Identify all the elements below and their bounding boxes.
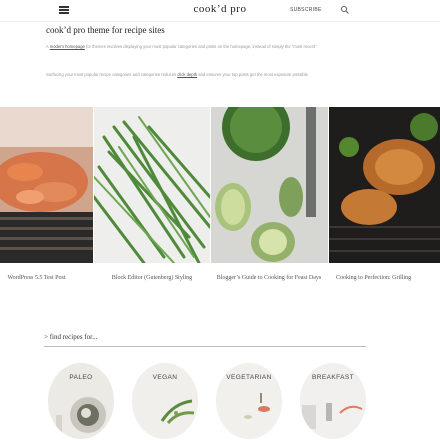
intro-text: and ensures your top posts get the most … [197, 72, 310, 77]
post-title-link[interactable]: Block Editor (Gutenberg) Styling [98, 272, 206, 284]
intro-text: for themes involves displaying your most… [84, 44, 318, 49]
modern-homepage-link[interactable]: modern homepage [50, 44, 85, 49]
intro-paragraph-2: Surfacing your most popular recipe categ… [46, 71, 386, 79]
post-title-link[interactable]: Cooking to Perfection: Grilling [330, 272, 440, 284]
intro-paragraph: A modern homepage for themes involves di… [46, 43, 376, 51]
category-paleo[interactable]: PALEO [48, 363, 114, 440]
category-label: BREAKFAST [312, 374, 354, 381]
intro-text: Surfacing your most popular recipe categ… [46, 72, 178, 77]
category-label: PALEO [69, 374, 93, 381]
find-recipes-heading: > find recipes for... [44, 333, 97, 341]
category-label: VEGAN [152, 374, 178, 381]
site-header: cook’d pro SUBSCRIBE [0, 0, 440, 22]
category-vegetarian[interactable]: VEGETARIAN [216, 363, 282, 440]
chevron-right-icon: > [44, 333, 48, 341]
post-image-shrimp[interactable] [0, 107, 93, 263]
featured-posts-gallery [0, 107, 440, 263]
post-title-link[interactable]: WordPress 5.5 Test Post [0, 272, 93, 284]
category-label: VEGETARIAN [226, 374, 272, 381]
post-image-artichokes[interactable] [211, 107, 328, 263]
post-image-green-beans[interactable] [94, 107, 210, 263]
divider [44, 346, 366, 347]
category-breakfast[interactable]: BREAKFAST [300, 363, 366, 440]
menu-icon[interactable] [59, 6, 69, 14]
click-depth-link[interactable]: click depth [177, 72, 197, 77]
category-vegan[interactable]: VEGAN [132, 363, 198, 440]
intro-heading: cook’d pro theme for recipe sites [46, 25, 165, 35]
find-recipes-label: find recipes for... [49, 333, 98, 341]
post-image-grilling[interactable] [329, 107, 440, 263]
post-title-link[interactable]: Blogger’s Guide to Cooking for Feast Day… [214, 272, 324, 284]
site-title[interactable]: cook’d pro [194, 3, 247, 15]
search-icon[interactable] [340, 5, 350, 15]
subscribe-link[interactable]: SUBSCRIBE [290, 7, 322, 13]
